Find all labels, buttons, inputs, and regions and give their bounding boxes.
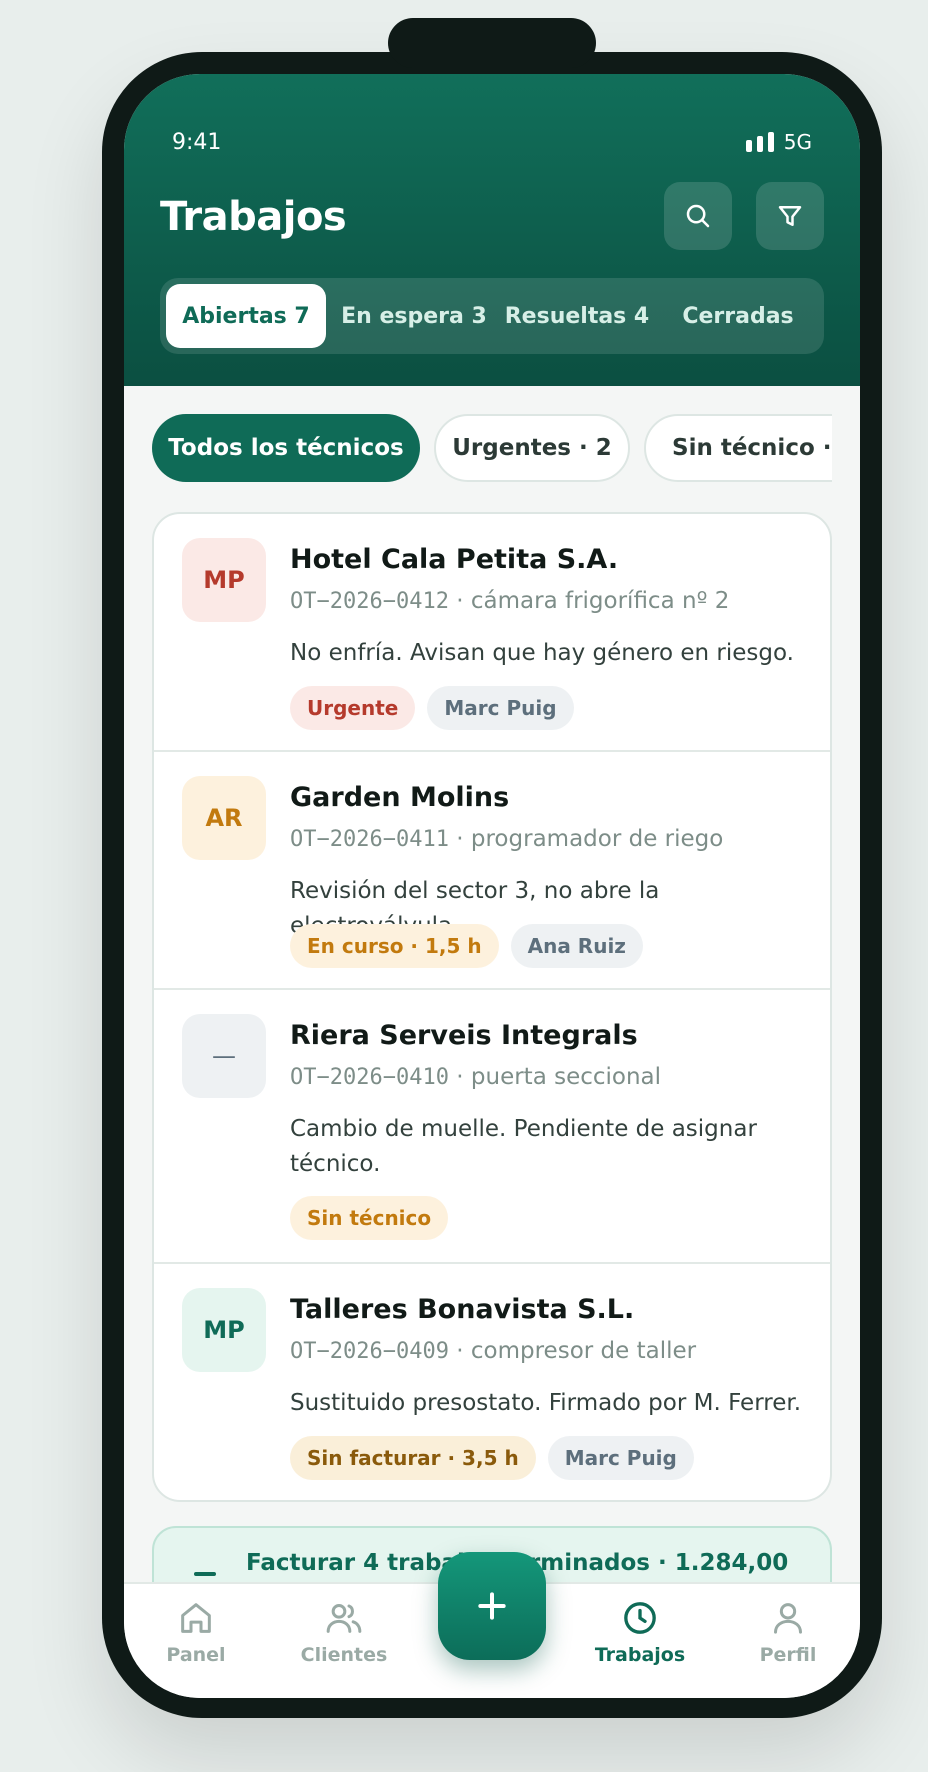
billing-badge: Sin facturar · 3,5 h [290,1436,536,1480]
chip-todos-tecnicos[interactable]: Todos los técnicos [152,414,420,482]
nav-label: Clientes [300,1644,388,1666]
nav-label: Trabajos [594,1644,686,1666]
job-reference: OT−2026−0412 · cámara frigorífica nº 2 [290,588,729,614]
job-asset: · cámara frigorífica nº 2 [448,588,730,614]
nav-perfil[interactable]: Perfil [728,1598,848,1666]
filter-chips: Todos los técnicos Urgentes · 2 Sin técn… [152,74,832,534]
add-job-button[interactable] [438,1552,546,1660]
job-row[interactable]: AR Garden Molins OT−2026−0411 · programa… [154,752,830,990]
home-icon [181,1603,211,1633]
job-client: Hotel Cala Petita S.A. [290,544,619,575]
job-row[interactable]: — Riera Serveis Integrals OT−2026−0410 ·… [154,990,830,1264]
jobs-list: MP Hotel Cala Petita S.A. OT−2026−0412 ·… [152,512,832,1502]
job-reference: OT−2026−0410 · puerta seccional [290,1064,661,1090]
chip-urgentes[interactable]: Urgentes · 2 [434,414,630,482]
job-client: Talleres Bonavista S.L. [290,1294,635,1325]
avatar: MP [182,538,266,622]
job-tags: En curso · 1,5 h Ana Ruiz [290,924,643,968]
job-description: No enfría. Avisan que hay género en ries… [290,640,794,666]
nav-label: Perfil [759,1644,817,1666]
avatar: MP [182,1288,266,1372]
invoice-icon [194,1572,216,1576]
avatar: — [182,1014,266,1098]
job-description: Sustituido presostato. Firmado por M. Fe… [290,1390,802,1416]
urgent-badge: Urgente [290,686,416,730]
job-client: Garden Molins [290,782,510,813]
user-icon [774,1603,802,1634]
job-row[interactable]: MP Hotel Cala Petita S.A. OT−2026−0412 ·… [154,514,830,752]
technician-badge: Marc Puig [427,686,574,730]
app-screen: 9:41 5G Trabajos Abiertas 7 En espera 3 … [124,74,860,1698]
job-row[interactable]: MP Talleres Bonavista S.L. OT−2026−0409 … [154,1264,830,1500]
job-asset: · programador de riego [448,826,724,852]
nav-clientes[interactable]: Clientes [284,1598,404,1666]
job-reference: OT−2026−0411 · programador de riego [290,826,723,852]
job-code: OT−2026−0410 [290,1065,449,1090]
avatar: AR [182,776,266,860]
job-client: Riera Serveis Integrals [290,1020,638,1051]
job-tags: Sin técnico [290,1196,449,1240]
clock-icon [624,1602,656,1634]
in-progress-badge: En curso · 1,5 h [290,924,499,968]
nav-label: Panel [166,1644,226,1666]
users-icon [326,1604,362,1633]
job-asset: · compresor de taller [448,1338,697,1364]
job-reference: OT−2026−0409 · compresor de taller [290,1338,696,1364]
technician-badge: Ana Ruiz [510,924,643,968]
job-tags: Urgente Marc Puig [290,686,574,730]
job-description: Cambio de muelle. Pendiente de asignar t… [290,1116,757,1177]
nav-trabajos[interactable]: Trabajos [580,1598,700,1666]
job-asset: · puerta seccional [448,1064,662,1090]
nav-panel[interactable]: Panel [136,1598,256,1666]
job-code: OT−2026−0411 [290,827,449,852]
job-code: OT−2026−0412 [290,589,449,614]
plus-icon [478,1592,506,1620]
chip-sin-tecnico[interactable]: Sin técnico · 1 [644,414,832,482]
technician-badge: Marc Puig [547,1436,694,1480]
job-code: OT−2026−0409 [290,1339,449,1364]
phone-notch [388,18,596,68]
unassigned-badge: Sin técnico [290,1196,449,1240]
job-tags: Sin facturar · 3,5 h Marc Puig [290,1436,694,1480]
